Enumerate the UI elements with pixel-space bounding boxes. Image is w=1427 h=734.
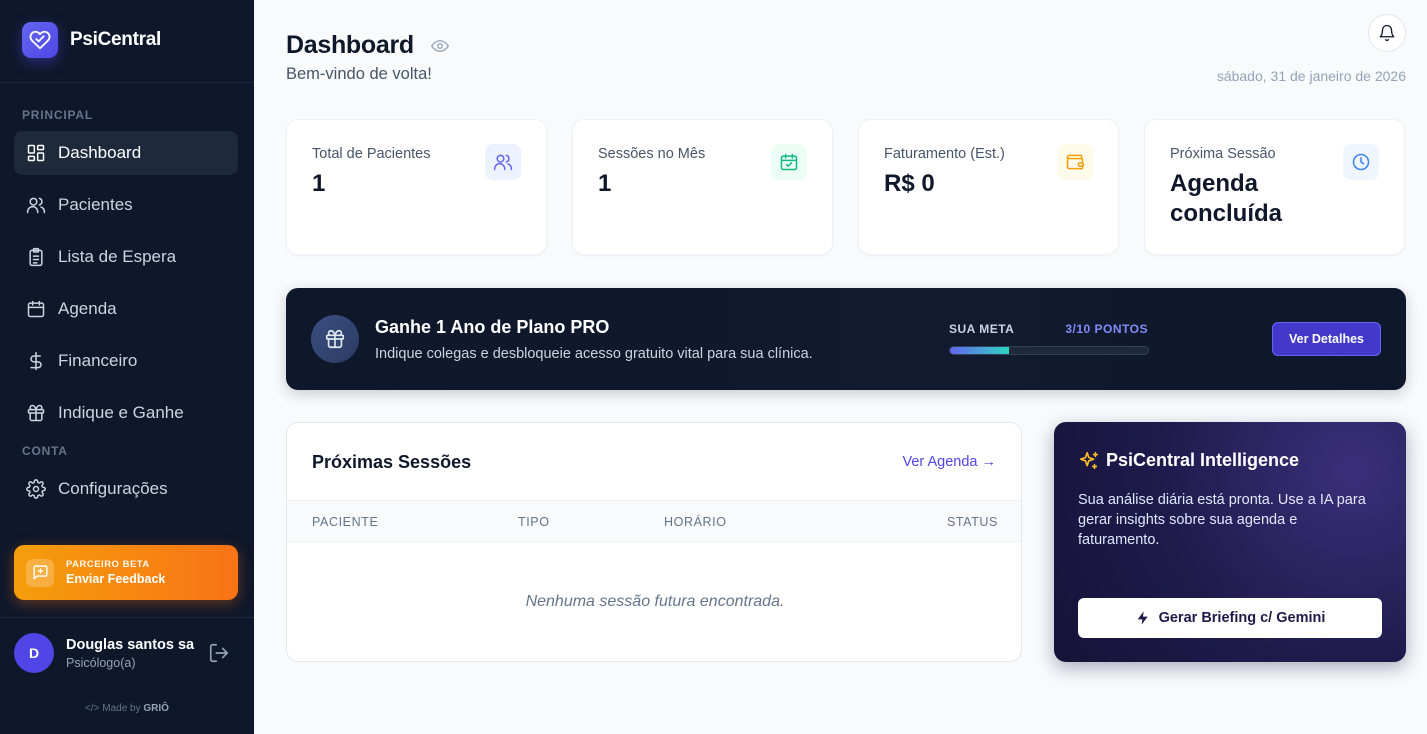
brand[interactable]: PsiCentral <box>22 22 161 58</box>
sidebar-item-configuracoes[interactable]: Configurações <box>14 467 238 511</box>
ai-intelligence-card: PsiCentral Intelligence Sua análise diár… <box>1054 422 1406 662</box>
clock-icon <box>1343 144 1379 180</box>
gear-icon <box>26 479 46 499</box>
calendar-icon <box>27 300 45 318</box>
sidebar-item-label: Configurações <box>58 479 168 498</box>
goal-progress-bar <box>949 346 1149 355</box>
sessions-title: Próximas Sessões <box>312 452 472 472</box>
stat-label: Total de Pacientes <box>312 146 431 162</box>
user-role: Psicólogo(a) <box>66 656 136 670</box>
feedback-badge: PARCEIRO BETA <box>66 559 150 570</box>
ver-detalhes-button[interactable]: Ver Detalhes <box>1272 322 1381 356</box>
notifications-button[interactable] <box>1368 14 1406 52</box>
column-header-horario: HORÁRIO <box>664 515 727 529</box>
ai-description: Sua análise diária está pronta. Use a IA… <box>1078 492 1366 548</box>
upcoming-sessions-card: Próximas Sessões Ver Agenda → PACIENTE T… <box>286 422 1022 662</box>
bell-icon <box>1379 24 1395 42</box>
gift-icon <box>27 404 45 422</box>
gerar-briefing-button[interactable]: Gerar Briefing c/ Gemini <box>1078 598 1382 638</box>
sidebar-item-label: Financeiro <box>58 351 138 370</box>
users-icon <box>485 144 521 180</box>
eye-icon[interactable] <box>430 37 450 55</box>
calendar-check-icon <box>771 144 807 180</box>
stat-card-faturamento: Faturamento (Est.) R$ 0 <box>858 119 1119 255</box>
section-label-conta: CONTA <box>22 444 68 458</box>
dollar-icon <box>30 351 42 371</box>
sidebar-item-indique-e-ganhe[interactable]: Indique e Ganhe <box>14 391 238 435</box>
made-by-prefix: Made by <box>102 703 141 714</box>
avatar[interactable]: D <box>14 633 54 673</box>
referral-banner: Ganhe 1 Ano de Plano PRO Indique colegas… <box>286 288 1406 390</box>
table-header: PACIENTE TIPO HORÁRIO STATUS <box>287 500 1021 542</box>
logout-icon[interactable] <box>208 642 230 664</box>
page-subtitle: Bem-vindo de volta! <box>286 65 432 83</box>
sidebar-item-label: Indique e Ganhe <box>58 403 184 422</box>
heart-logo-icon <box>22 22 58 58</box>
wallet-icon <box>1057 144 1093 180</box>
sidebar-item-agenda[interactable]: Agenda <box>14 287 238 331</box>
stat-value: 1 <box>598 170 612 197</box>
sidebar-item-financeiro[interactable]: Financeiro <box>14 339 238 383</box>
sidebar-item-dashboard[interactable]: Dashboard <box>14 131 238 175</box>
column-header-status: STATUS <box>946 515 998 529</box>
clipboard-icon <box>29 247 43 267</box>
empty-state-message: Nenhuma sessão futura encontrada. <box>525 593 785 610</box>
feedback-button[interactable]: PARCEIRO BETA Enviar Feedback <box>14 545 238 600</box>
feedback-label: Enviar Feedback <box>66 572 166 586</box>
message-plus-icon <box>26 558 54 587</box>
sidebar-item-label: Agenda <box>58 299 117 318</box>
sidebar-item-label: Pacientes <box>58 195 133 214</box>
column-header-paciente: PACIENTE <box>312 515 379 529</box>
promo-title: Ganhe 1 Ano de Plano PRO <box>375 317 610 337</box>
page-title: Dashboard <box>286 31 414 59</box>
sparkles-icon <box>1078 450 1100 472</box>
ver-agenda-link[interactable]: Ver Agenda → <box>902 454 996 470</box>
goal-label: SUA META <box>949 322 1015 336</box>
grid-icon <box>27 144 45 162</box>
gerar-briefing-label: Gerar Briefing c/ Gemini <box>1158 610 1326 626</box>
stat-value: Agenda concluída <box>1170 170 1283 227</box>
divider <box>0 82 254 83</box>
column-header-tipo: TIPO <box>518 515 550 529</box>
section-label-principal: PRINCIPAL <box>22 108 93 122</box>
user-name: Douglas santos sa <box>66 637 195 653</box>
made-by-credit: </> Made by GRIÔ <box>0 703 254 714</box>
ai-title: PsiCentral Intelligence <box>1106 450 1300 470</box>
sidebar-item-pacientes[interactable]: Pacientes <box>14 183 238 227</box>
brand-name: PsiCentral <box>70 29 161 50</box>
lightning-icon <box>1137 611 1148 625</box>
users-icon <box>26 197 46 214</box>
gift-icon <box>311 315 359 363</box>
made-by-name: GRIÔ <box>143 703 169 714</box>
stat-value: 1 <box>312 170 326 197</box>
stat-card-total-pacientes: Total de Pacientes 1 <box>286 119 547 255</box>
sidebar-item-label: Lista de Espera <box>58 247 177 266</box>
goal-value: 3/10 PONTOS <box>1065 322 1148 336</box>
stat-card-proxima-sessao: Próxima Sessão Agenda concluída <box>1144 119 1405 255</box>
goal-progress-fill <box>950 347 1010 354</box>
current-date: sábado, 31 de janeiro de 2026 <box>1216 68 1406 84</box>
promo-description: Indique colegas e desbloqueie acesso gra… <box>375 346 813 362</box>
stat-value: R$ 0 <box>884 170 935 197</box>
sidebar-item-label: Dashboard <box>58 143 142 162</box>
stat-card-sessoes-mes: Sessões no Mês 1 <box>572 119 833 255</box>
stat-label: Faturamento (Est.) <box>884 146 1005 162</box>
stat-label: Sessões no Mês <box>598 146 706 162</box>
sidebar: PsiCentral PRINCIPAL Dashboard Pacientes… <box>0 0 254 734</box>
code-icon: </> <box>85 703 100 714</box>
divider <box>0 617 254 618</box>
stat-label: Próxima Sessão <box>1170 146 1276 162</box>
sidebar-item-lista-de-espera[interactable]: Lista de Espera <box>14 235 238 279</box>
